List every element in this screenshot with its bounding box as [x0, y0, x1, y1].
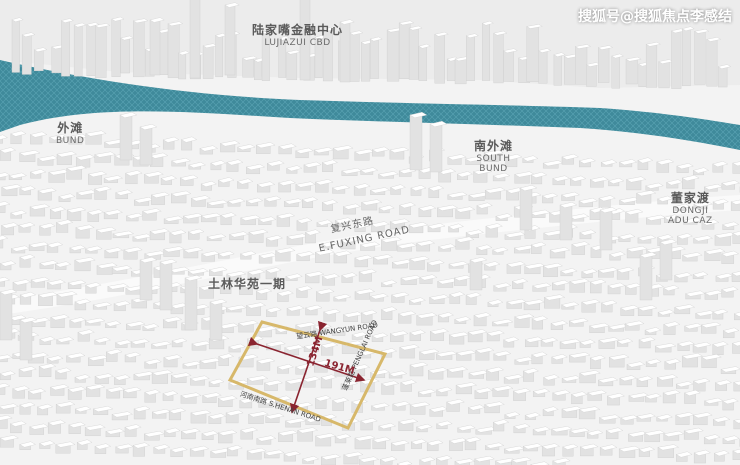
project-name: 土林华苑一期 — [208, 277, 287, 291]
aerial-map: 搜狐号@搜狐焦点李感结 陆家嘴金融中心 LUJIAZUI CBD 外滩 BUND… — [0, 0, 740, 465]
dongjiadu-en-1: DONGJI — [672, 205, 709, 216]
lujiazui-en: LUJIAZUI CBD — [264, 37, 331, 48]
south-bund-en-1: SOUTH — [476, 153, 511, 164]
bund-zh: 外滩 — [57, 121, 84, 135]
dongjiadu-en-2: ADU CAZ — [668, 216, 713, 227]
dongjiadu-zh: 董家渡 — [670, 191, 710, 205]
lujiazui-zh: 陆家嘴金融中心 — [252, 23, 344, 37]
watermark-text: 搜狐号@搜狐焦点李感结 — [578, 9, 732, 25]
dongjiadu-label: 董家渡 DONGJI ADU CAZ — [668, 191, 713, 227]
south-bund-en-2: BUND — [479, 164, 508, 175]
lujiazui-label: 陆家嘴金融中心 LUJIAZUI CBD — [252, 23, 344, 48]
project-label: 土林华苑一期 — [208, 277, 287, 292]
south-bund-zh: 南外滩 — [474, 139, 514, 153]
bund-en: BUND — [56, 135, 85, 146]
south-bund-label: 南外滩 SOUTH BUND — [474, 139, 514, 175]
bund-label: 外滩 BUND — [56, 121, 85, 146]
